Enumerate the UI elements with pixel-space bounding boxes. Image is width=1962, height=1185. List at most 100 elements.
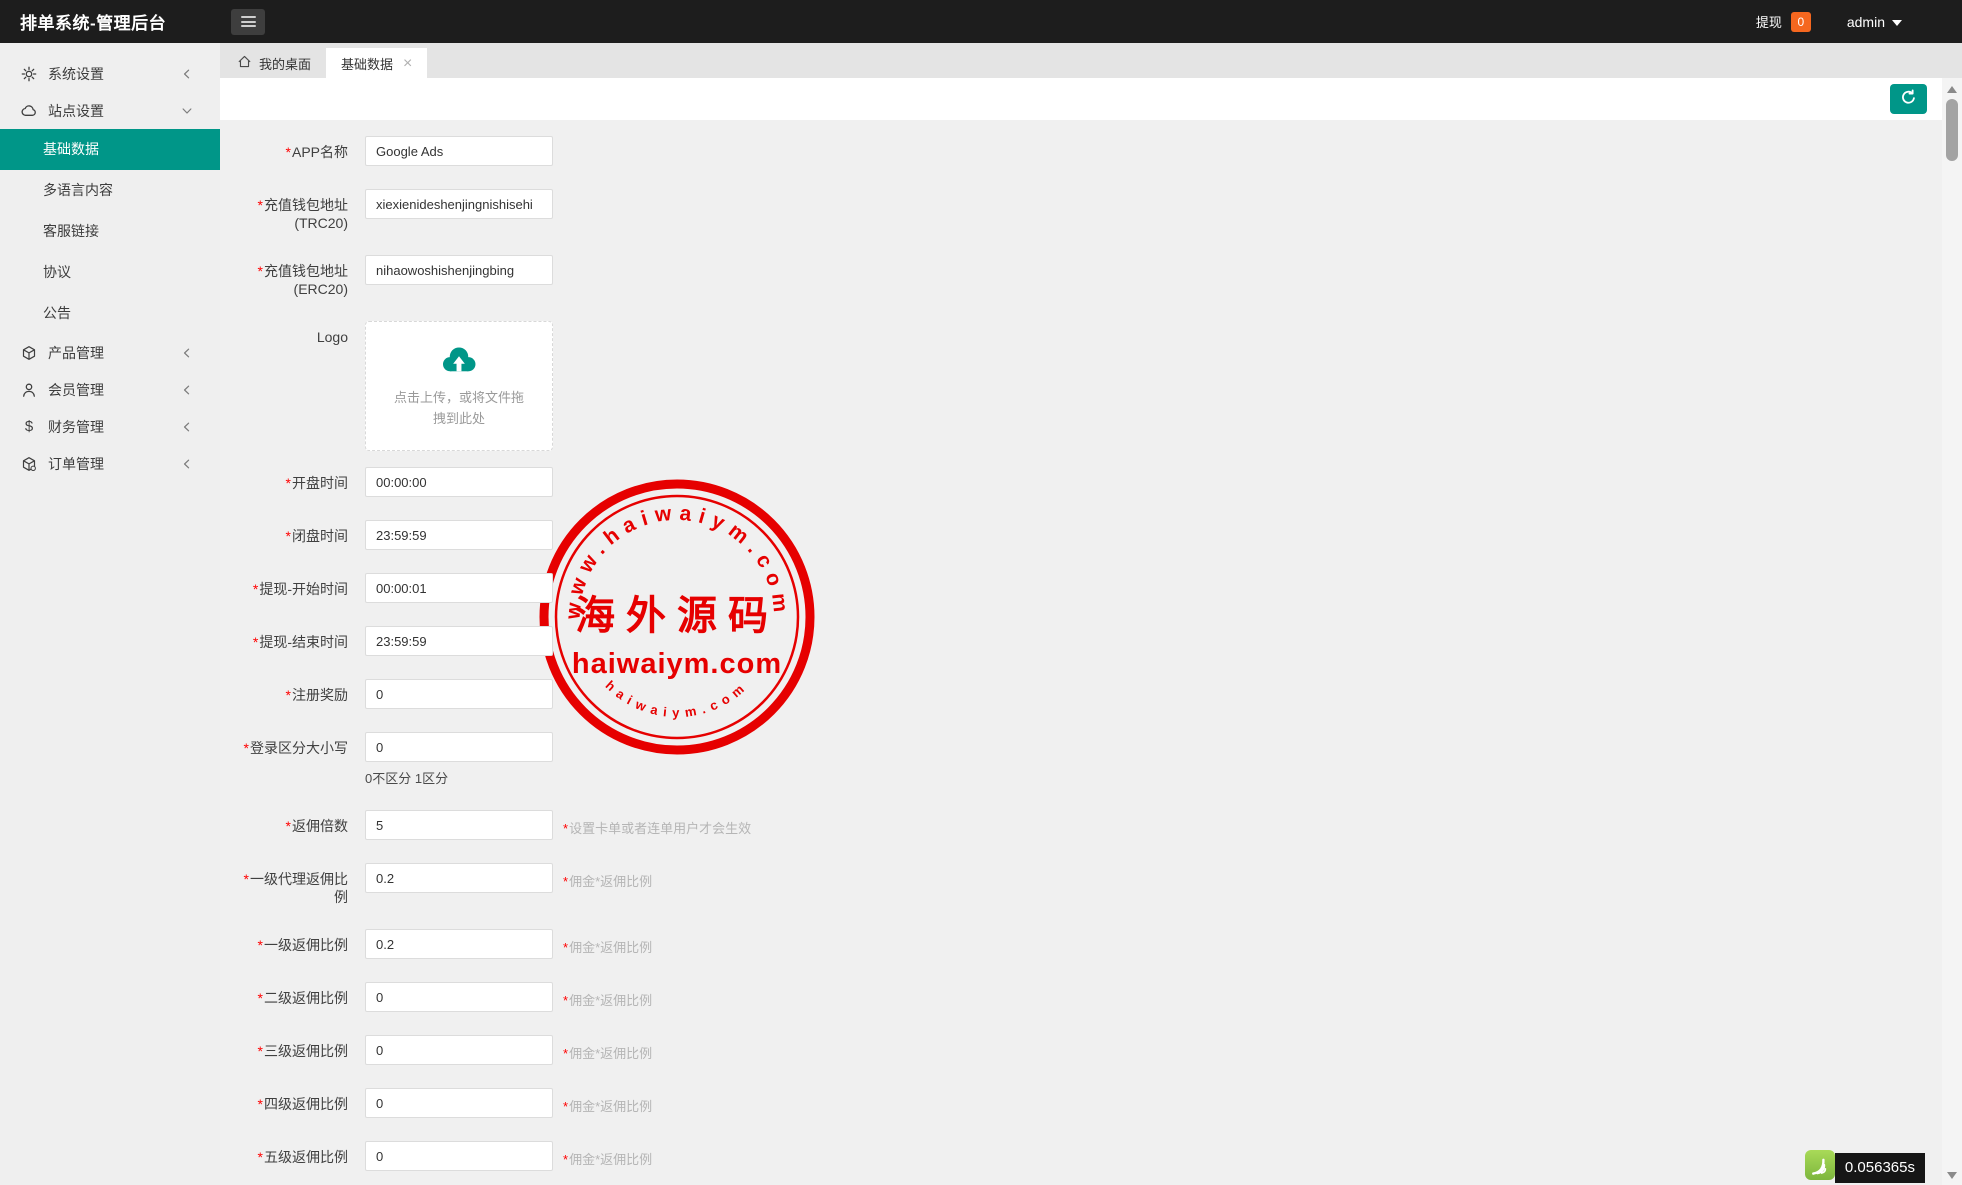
close-time-input[interactable] [365, 520, 553, 550]
sidebar-item-agreement[interactable]: 协议 [0, 252, 220, 293]
field-label-logo: Logo [236, 321, 348, 451]
rebate-multiple-input[interactable] [365, 810, 553, 840]
form-row-level5-rebate: 五级返佣比例佣金*返佣比例 [220, 1141, 1942, 1171]
content-toolbar [220, 78, 1942, 120]
chevron-left-icon [180, 457, 194, 471]
tab-my-desktop[interactable]: 我的桌面 [222, 48, 326, 78]
level2-rebate-input[interactable] [365, 982, 553, 1012]
sidebar-item-label: 订单管理 [48, 454, 104, 474]
field-app-name [365, 136, 553, 166]
register-reward-input[interactable] [365, 679, 553, 709]
settings-form: APP名称充值钱包地址(TRC20)充值钱包地址(ERC20)Logo点击上传，… [220, 136, 1942, 1171]
form-row-wallet-trc20: 充值钱包地址(TRC20) [220, 189, 1942, 232]
app-name-input[interactable] [365, 136, 553, 166]
level3-rebate-input[interactable] [365, 1035, 553, 1065]
field-label-level1-rebate: 一级返佣比例 [236, 929, 348, 959]
withdraw-label: 提现 [1756, 12, 1782, 31]
form-row-rebate-multiple: 返佣倍数 设置卡单或者连单用户才会生效 [220, 810, 1942, 840]
open-time-input[interactable] [365, 467, 553, 497]
sidebar-item-service-link[interactable]: 客服链接 [0, 211, 220, 252]
tab-label: 我的桌面 [259, 54, 311, 73]
form-row-withdraw-start-time: 提现-开始时间 [220, 573, 1942, 603]
chevron-left-icon [180, 346, 194, 360]
sidebar-item-finance-manage[interactable]: $财务管理 [0, 408, 220, 445]
form-row-withdraw-end-time: 提现-结束时间 [220, 626, 1942, 656]
topbar: 排单系统-管理后台 提现 0 admin [0, 0, 1962, 43]
site-icon [21, 103, 37, 119]
order-icon [21, 456, 37, 472]
refresh-icon [1900, 89, 1917, 109]
product-icon [21, 345, 37, 361]
tab-close-icon[interactable]: × [400, 56, 412, 71]
sidebar-item-site-settings[interactable]: 站点设置 [0, 92, 220, 129]
hamburger-icon [241, 14, 256, 30]
field-level1-rebate [365, 929, 553, 959]
upload-hint-text: 点击上传，或将文件拖拽到此处 [366, 387, 552, 429]
sidebar-item-label: 产品管理 [48, 343, 104, 363]
level1-rebate-input[interactable] [365, 929, 553, 959]
field-wallet-trc20 [365, 189, 553, 232]
sidebar-item-multi-language[interactable]: 多语言内容 [0, 170, 220, 211]
field-label-withdraw-end-time: 提现-结束时间 [236, 626, 348, 656]
field-label-rebate-multiple: 返佣倍数 [236, 810, 348, 840]
field-label-open-time: 开盘时间 [236, 467, 348, 497]
field-level2-rebate [365, 982, 553, 1012]
sidebar-subitem-label: 协议 [43, 264, 71, 280]
tab-basic-data[interactable]: 基础数据 × [326, 48, 427, 78]
form-row-open-time: 开盘时间 [220, 467, 1942, 497]
refresh-button[interactable] [1890, 84, 1927, 114]
field-open-time [365, 467, 553, 497]
sidebar-item-notice[interactable]: 公告 [0, 293, 220, 334]
tab-label: 基础数据 [341, 54, 393, 73]
field-logo: 点击上传，或将文件拖拽到此处 [365, 321, 553, 451]
field-wallet-erc20 [365, 255, 553, 298]
scrollbar-thumb[interactable] [1946, 99, 1958, 161]
form-row-level3-rebate: 三级返佣比例佣金*返佣比例 [220, 1035, 1942, 1065]
scroll-down-icon[interactable] [1942, 1168, 1962, 1182]
hamburger-button[interactable] [231, 9, 265, 35]
caret-down-icon [1892, 20, 1902, 26]
field-label-level2-rebate: 二级返佣比例 [236, 982, 348, 1012]
field-hint-level2-rebate: 佣金*返佣比例 [563, 982, 652, 1012]
field-level3-rebate [365, 1035, 553, 1065]
level5-rebate-input[interactable] [365, 1141, 553, 1171]
withdraw-link[interactable]: 提现 0 [1756, 12, 1811, 32]
field-label-agent-level1-rebate: 一级代理返佣比例 [236, 863, 348, 906]
field-hint-rebate-multiple: 设置卡单或者连单用户才会生效 [563, 810, 751, 840]
chevron-left-icon [180, 67, 194, 81]
sidebar-item-label: 会员管理 [48, 380, 104, 400]
sidebar-item-system-settings[interactable]: 系统设置 [0, 55, 220, 92]
field-label-wallet-trc20: 充值钱包地址(TRC20) [236, 189, 348, 232]
vertical-scrollbar[interactable] [1942, 78, 1962, 1185]
sidebar-item-basic-data[interactable]: 基础数据 [0, 129, 220, 170]
login-case-sensitive-input[interactable] [365, 732, 553, 762]
wallet-erc20-input[interactable] [365, 255, 553, 285]
field-agent-level1-rebate [365, 863, 553, 906]
withdraw-end-time-input[interactable] [365, 626, 553, 656]
user-menu[interactable]: admin [1847, 14, 1902, 30]
field-hint-level1-rebate: 佣金*返佣比例 [563, 929, 652, 959]
field-withdraw-end-time [365, 626, 553, 656]
trace-logo-icon[interactable] [1805, 1150, 1835, 1185]
level4-rebate-input[interactable] [365, 1088, 553, 1118]
topbar-right: 提现 0 admin [1756, 12, 1962, 32]
wallet-trc20-input[interactable] [365, 189, 553, 219]
logo-upload-box[interactable]: 点击上传，或将文件拖拽到此处 [365, 321, 553, 451]
form-row-level1-rebate: 一级返佣比例 佣金*返佣比例 [220, 929, 1942, 959]
sidebar-subitem-label: 客服链接 [43, 223, 99, 239]
sidebar-item-product-manage[interactable]: 产品管理 [0, 334, 220, 371]
field-hint-agent-level1-rebate: 佣金*返佣比例 [563, 863, 652, 906]
scroll-up-icon[interactable] [1942, 82, 1962, 96]
field-withdraw-start-time [365, 573, 553, 603]
sidebar-subitem-label: 基础数据 [43, 141, 99, 157]
form-row-app-name: APP名称 [220, 136, 1942, 166]
sidebar-item-order-manage[interactable]: 订单管理 [0, 445, 220, 482]
form-row-agent-level1-rebate: 一级代理返佣比例 佣金*返佣比例 [220, 863, 1942, 906]
sidebar-item-member-manage[interactable]: 会员管理 [0, 371, 220, 408]
field-level4-rebate [365, 1088, 553, 1118]
field-label-withdraw-start-time: 提现-开始时间 [236, 573, 348, 603]
agent-level1-rebate-input[interactable] [365, 863, 553, 893]
withdraw-count-badge: 0 [1791, 12, 1811, 32]
field-close-time [365, 520, 553, 550]
withdraw-start-time-input[interactable] [365, 573, 553, 603]
